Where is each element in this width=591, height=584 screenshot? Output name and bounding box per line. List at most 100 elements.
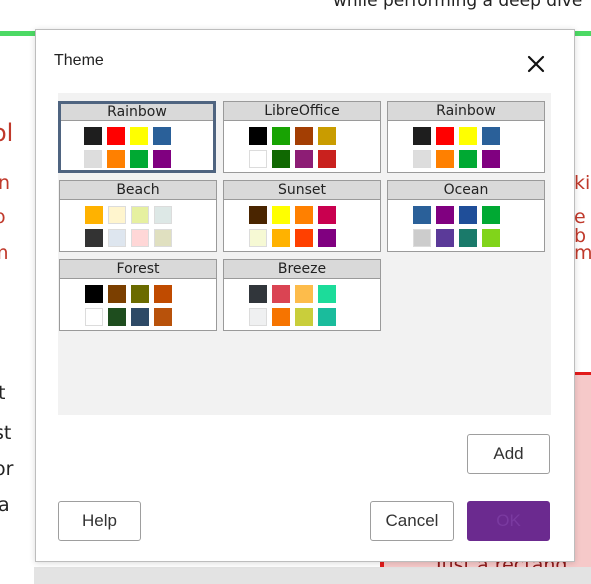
swatch (459, 127, 477, 145)
swatch (154, 285, 172, 303)
theme-name: Sunset (224, 181, 380, 200)
swatch (108, 308, 126, 326)
swatch (130, 127, 148, 145)
swatch (85, 285, 103, 303)
bg-left-fragment: o (0, 208, 6, 227)
theme-name: LibreOffice (224, 102, 380, 121)
theme-libreoffice[interactable]: LibreOffice (223, 101, 381, 173)
theme-list: Rainbow LibreOffice Rainbow Beach Sunset… (58, 93, 551, 415)
theme-swatches (413, 206, 507, 247)
swatch (85, 308, 103, 326)
bg-left-fragment: m (0, 244, 9, 263)
swatch (295, 206, 313, 224)
swatch (153, 127, 171, 145)
swatch (272, 229, 290, 247)
theme-rainbow-2[interactable]: Rainbow (387, 101, 545, 173)
swatch (108, 285, 126, 303)
bg-left-fragment: ol (0, 119, 14, 147)
swatch (130, 150, 148, 168)
swatch (154, 229, 172, 247)
dialog-title: Theme (54, 52, 104, 69)
swatch (459, 206, 477, 224)
theme-forest[interactable]: Forest (59, 259, 217, 331)
swatch (318, 150, 336, 168)
swatch (295, 285, 313, 303)
swatch (436, 229, 454, 247)
swatch (153, 150, 171, 168)
theme-name: Breeze (224, 260, 380, 279)
theme-swatches (85, 206, 179, 247)
theme-name: Ocean (388, 181, 544, 200)
swatch (154, 206, 172, 224)
swatch (295, 127, 313, 145)
swatch (108, 206, 126, 224)
swatch (272, 308, 290, 326)
ok-button[interactable]: OK (467, 501, 550, 541)
swatch (482, 229, 500, 247)
bg-shade (34, 567, 591, 584)
swatch (272, 206, 290, 224)
swatch (482, 127, 500, 145)
swatch (318, 127, 336, 145)
bg-left-fragment: or (0, 458, 14, 480)
swatch (482, 206, 500, 224)
add-button[interactable]: Add (467, 434, 550, 474)
swatch (249, 127, 267, 145)
swatch (272, 150, 290, 168)
bg-right-fragment: e b (574, 206, 587, 247)
theme-dialog: Theme Rainbow LibreOffice Rainbow Beach … (35, 29, 575, 562)
swatch (108, 229, 126, 247)
theme-name: Forest (60, 260, 216, 279)
swatch (413, 127, 431, 145)
swatch (154, 308, 172, 326)
swatch (272, 127, 290, 145)
swatch (318, 285, 336, 303)
cancel-button[interactable]: Cancel (370, 501, 454, 541)
theme-name: Beach (60, 181, 216, 200)
bg-green-line-right (573, 31, 591, 36)
swatch (295, 308, 313, 326)
swatch (318, 229, 336, 247)
swatch (459, 229, 477, 247)
theme-ocean[interactable]: Ocean (387, 180, 545, 252)
swatch (436, 206, 454, 224)
theme-sunset[interactable]: Sunset (223, 180, 381, 252)
swatch (107, 150, 125, 168)
swatch (413, 150, 431, 168)
swatch (249, 229, 267, 247)
swatch (84, 150, 102, 168)
bg-green-line-left (0, 31, 35, 36)
theme-swatches (249, 285, 343, 326)
swatch (249, 206, 267, 224)
bg-right-fragment: m (574, 242, 591, 264)
swatch (436, 127, 454, 145)
close-icon[interactable] (524, 52, 548, 76)
theme-name: Rainbow (61, 104, 213, 121)
theme-swatches (249, 206, 343, 247)
bg-top-text: while performing a deep dive (333, 0, 583, 11)
swatch (413, 229, 431, 247)
swatch (85, 206, 103, 224)
swatch (249, 285, 267, 303)
theme-beach[interactable]: Beach (59, 180, 217, 252)
swatch (295, 229, 313, 247)
swatch (85, 229, 103, 247)
swatch (131, 308, 149, 326)
theme-breeze[interactable]: Breeze (223, 259, 381, 331)
swatch (272, 285, 290, 303)
theme-swatches (413, 127, 507, 168)
bg-left-fragment: a (0, 494, 10, 516)
swatch (84, 127, 102, 145)
theme-rainbow[interactable]: Rainbow (58, 101, 216, 173)
theme-swatches (249, 127, 343, 168)
theme-name: Rainbow (388, 102, 544, 121)
swatch (249, 308, 267, 326)
bg-right-fragment: ki (574, 172, 591, 194)
swatch (482, 150, 500, 168)
swatch (131, 285, 149, 303)
help-button[interactable]: Help (58, 501, 141, 541)
swatch (318, 308, 336, 326)
theme-swatches (84, 127, 178, 168)
bg-left-fragment: st (0, 422, 12, 444)
swatch (459, 150, 477, 168)
